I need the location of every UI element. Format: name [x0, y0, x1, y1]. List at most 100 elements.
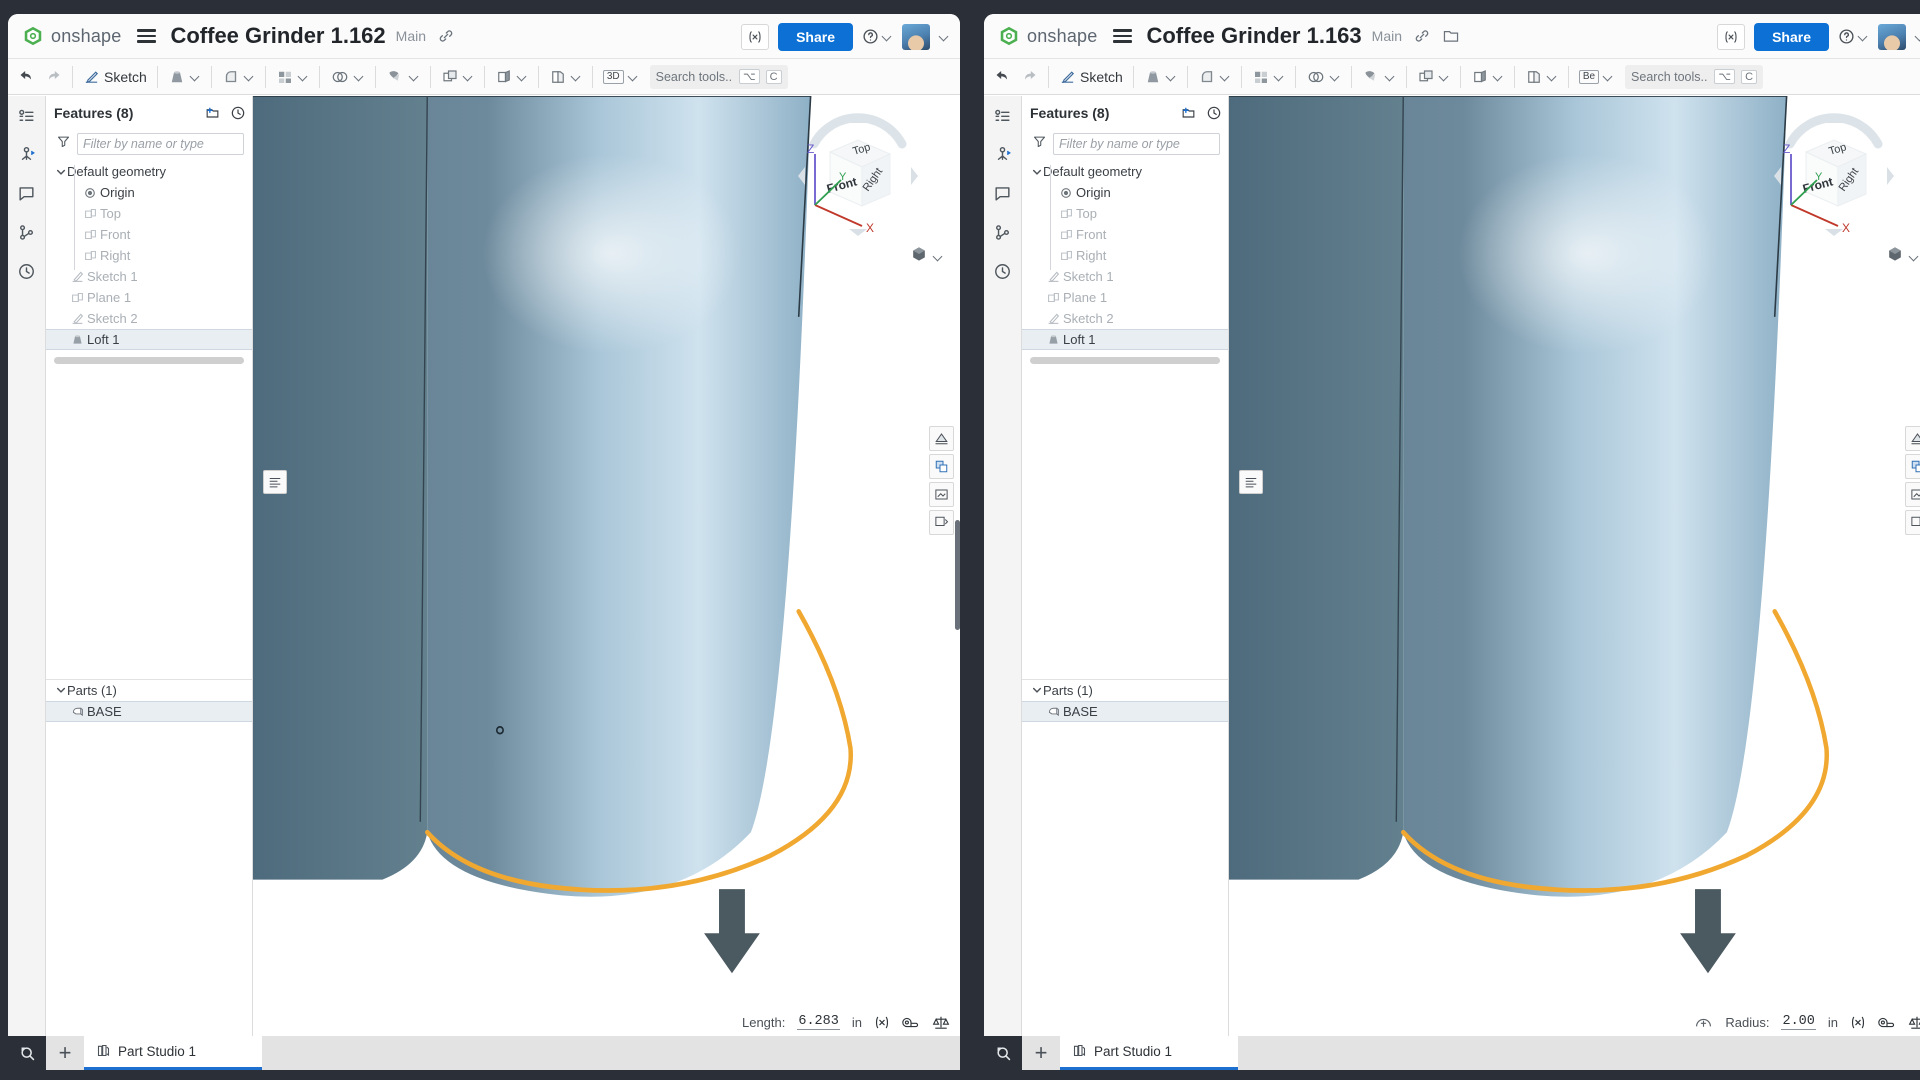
render-icon[interactable]: [929, 482, 954, 507]
branch-label[interactable]: Main: [1372, 28, 1402, 44]
tree-node-default-geometry[interactable]: Default geometry: [1022, 161, 1228, 182]
share-button[interactable]: Share: [778, 22, 853, 51]
insert-variable-button[interactable]: [741, 23, 770, 50]
feature-list-icon[interactable]: [16, 104, 38, 126]
tree-node-top[interactable]: Top: [46, 203, 252, 224]
user-avatar[interactable]: [1878, 23, 1906, 50]
comments-icon[interactable]: [16, 182, 38, 204]
mass-properties-icon[interactable]: [1908, 1015, 1920, 1030]
filter-funnel-icon[interactable]: [56, 134, 71, 154]
undo-button[interactable]: [13, 67, 40, 87]
chevron-expanded-icon[interactable]: [54, 685, 67, 695]
chevron-down-icon[interactable]: [1547, 71, 1558, 82]
folder-icon[interactable]: [1442, 28, 1460, 44]
add-tab-button[interactable]: +: [46, 1036, 84, 1070]
versions-icon[interactable]: [16, 221, 38, 243]
add-feature-icon[interactable]: [204, 105, 221, 121]
tree-node-origin[interactable]: Origin: [1022, 182, 1228, 203]
zoom-window-icon[interactable]: [984, 1036, 1022, 1070]
view-mode-button[interactable]: Be: [1574, 68, 1619, 86]
explode-icon[interactable]: [929, 510, 954, 535]
tree-node-right[interactable]: Right: [46, 245, 252, 266]
assembly-icon[interactable]: [992, 143, 1014, 165]
share-button[interactable]: Share: [1754, 22, 1829, 51]
chevron-down-icon[interactable]: [463, 71, 474, 82]
plane-tool[interactable]: [436, 66, 479, 88]
chevron-down-icon[interactable]: [298, 71, 309, 82]
left-panel-scroll-indicator[interactable]: [955, 520, 960, 630]
chevron-down-icon[interactable]: [244, 71, 255, 82]
view-mode-control[interactable]: [909, 244, 944, 269]
shaded-cube-icon[interactable]: [1885, 244, 1905, 269]
parts-section-header[interactable]: Parts (1): [46, 680, 252, 701]
chevron-expanded-icon[interactable]: [1030, 167, 1043, 177]
draft-tool[interactable]: [1357, 66, 1401, 88]
link-icon[interactable]: [1414, 28, 1430, 44]
chevron-down-icon[interactable]: [571, 71, 582, 82]
chevron-down-icon[interactable]: [1909, 251, 1920, 262]
rollback-history-icon[interactable]: [230, 105, 246, 121]
zoom-window-icon[interactable]: [8, 1036, 46, 1070]
rollback-bar[interactable]: [1030, 357, 1220, 364]
tape-measure-icon[interactable]: [902, 1015, 920, 1030]
help-menu[interactable]: [1838, 28, 1869, 45]
branch-label[interactable]: Main: [396, 28, 426, 44]
sketch-button[interactable]: Sketch: [78, 66, 152, 87]
tree-node-front[interactable]: Front: [46, 224, 252, 245]
boolean-tool[interactable]: [1301, 66, 1346, 88]
status-value[interactable]: 6.283: [797, 1014, 840, 1030]
tree-node-sketch-2[interactable]: Sketch 2: [46, 308, 252, 329]
tree-node-sketch-2[interactable]: Sketch 2: [1022, 308, 1228, 329]
tree-node-sketch-1[interactable]: Sketch 1: [46, 266, 252, 287]
filter-input[interactable]: Filter by name or type: [1053, 133, 1220, 155]
document-title[interactable]: Coffee Grinder 1.162: [170, 23, 385, 49]
view-mode-button[interactable]: 3D: [598, 68, 644, 86]
chevron-down-icon[interactable]: [190, 71, 201, 82]
chevron-down-icon[interactable]: [933, 251, 944, 262]
status-value[interactable]: 2.00: [1781, 1014, 1816, 1030]
plane-tool[interactable]: [1412, 66, 1455, 88]
tab-part-studio-1[interactable]: Part Studio 1: [84, 1036, 262, 1070]
tree-node-plane-1[interactable]: Plane 1: [1022, 287, 1228, 308]
onshape-logo-icon[interactable]: [998, 25, 1020, 47]
insert-variable-button[interactable]: [1717, 23, 1746, 50]
mass-properties-icon[interactable]: [932, 1015, 950, 1030]
variable-x-icon[interactable]: [1850, 1015, 1866, 1030]
chevron-expanded-icon[interactable]: [1030, 685, 1043, 695]
tree-node-loft-1[interactable]: Loft 1: [1022, 329, 1228, 350]
tree-node-plane-1[interactable]: Plane 1: [46, 287, 252, 308]
fillet-tool[interactable]: [1193, 66, 1236, 88]
main-menu-icon[interactable]: [1113, 29, 1133, 43]
history-icon[interactable]: [16, 260, 38, 282]
redo-button[interactable]: [1016, 67, 1043, 87]
section-view-icon[interactable]: [929, 426, 954, 451]
display-state-icon[interactable]: [929, 454, 954, 479]
chevron-down-icon[interactable]: [1603, 71, 1614, 82]
tree-node-top[interactable]: Top: [1022, 203, 1228, 224]
tree-node-sketch-1[interactable]: Sketch 1: [1022, 266, 1228, 287]
rollback-bar[interactable]: [54, 357, 244, 364]
fillet-tool[interactable]: [217, 66, 260, 88]
tree-node-front[interactable]: Front: [1022, 224, 1228, 245]
chevron-down-icon[interactable]: [628, 71, 639, 82]
draft-tool[interactable]: [381, 66, 425, 88]
chevron-down-icon[interactable]: [1439, 71, 1450, 82]
variable-x-icon[interactable]: [874, 1015, 890, 1030]
parts-section-header[interactable]: Parts (1): [1022, 680, 1228, 701]
chevron-down-icon[interactable]: [1274, 71, 1285, 82]
boolean-tool[interactable]: [325, 66, 370, 88]
tree-node-loft-1[interactable]: Loft 1: [46, 329, 252, 350]
part-item-base[interactable]: BASE: [1022, 700, 1228, 722]
explode-icon[interactable]: [1905, 510, 1920, 535]
versions-icon[interactable]: [992, 221, 1014, 243]
add-feature-icon[interactable]: [1180, 105, 1197, 121]
user-avatar[interactable]: [902, 23, 930, 50]
sketch-button[interactable]: Sketch: [1054, 66, 1128, 87]
rollback-history-icon[interactable]: [1206, 105, 1222, 121]
onshape-logo-icon[interactable]: [22, 25, 44, 47]
extrude-tool[interactable]: [163, 66, 206, 88]
tape-measure-icon[interactable]: [1878, 1015, 1896, 1030]
assembly-icon[interactable]: [16, 143, 38, 165]
tab-part-studio-1[interactable]: Part Studio 1: [1060, 1036, 1238, 1070]
chevron-down-icon[interactable]: [939, 31, 950, 42]
